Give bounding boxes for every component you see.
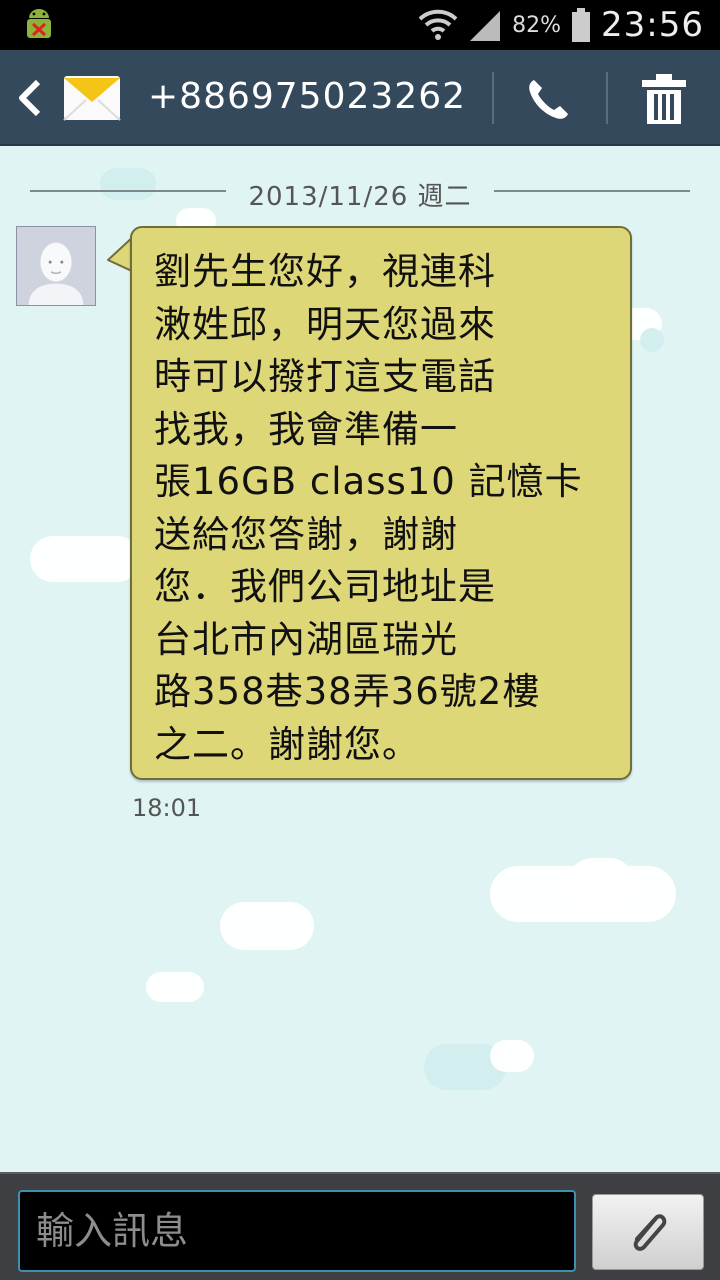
attach-button[interactable]: [592, 1194, 704, 1270]
divider: [606, 72, 608, 124]
message-text: 劉先生您好，視連科 潄姓邱，明天您過來 時可以撥打這支電話 找我，我會準備一 張…: [154, 250, 583, 766]
cloud-decoration: [640, 328, 664, 352]
conversation-thread[interactable]: 2013/11/26 週二 劉先生您好，視連科 潄姓邱，明天您過來 時可以撥打這…: [0, 148, 720, 1170]
date-separator: 2013/11/26 週二: [30, 176, 690, 212]
contact-avatar[interactable]: [16, 226, 96, 306]
date-line: [494, 190, 690, 192]
cloud-decoration: [146, 972, 204, 1002]
battery-percent: 82%: [512, 12, 562, 38]
message-input[interactable]: [18, 1190, 576, 1272]
contact-number: +886975023262: [148, 76, 467, 117]
paperclip-icon: [633, 1214, 667, 1251]
clock: 23:56: [601, 5, 704, 45]
cloud-decoration: [568, 858, 634, 906]
cloud-decoration: [30, 536, 140, 582]
envelope-icon: [63, 76, 121, 121]
android-debug-icon: [27, 9, 51, 38]
message-bubble[interactable]: 劉先生您好，視連科 潄姓邱，明天您過來 時可以撥打這支電話 找我，我會準備一 張…: [130, 226, 632, 780]
battery-icon: [572, 8, 591, 42]
action-bar: +886975023262: [0, 50, 720, 146]
signal-icon: [470, 11, 501, 41]
trash-icon[interactable]: [638, 72, 690, 126]
back-icon[interactable]: [14, 78, 46, 118]
cloud-decoration: [490, 1040, 534, 1072]
composer-bar: [0, 1172, 720, 1280]
date-label: 2013/11/26 週二: [248, 182, 472, 212]
cloud-decoration: [220, 902, 314, 950]
wifi-icon: [418, 9, 458, 40]
status-bar: 82% 23:56: [0, 0, 720, 50]
phone-icon[interactable]: [524, 76, 572, 124]
divider: [492, 72, 494, 124]
message-time: 18:01: [132, 794, 202, 822]
